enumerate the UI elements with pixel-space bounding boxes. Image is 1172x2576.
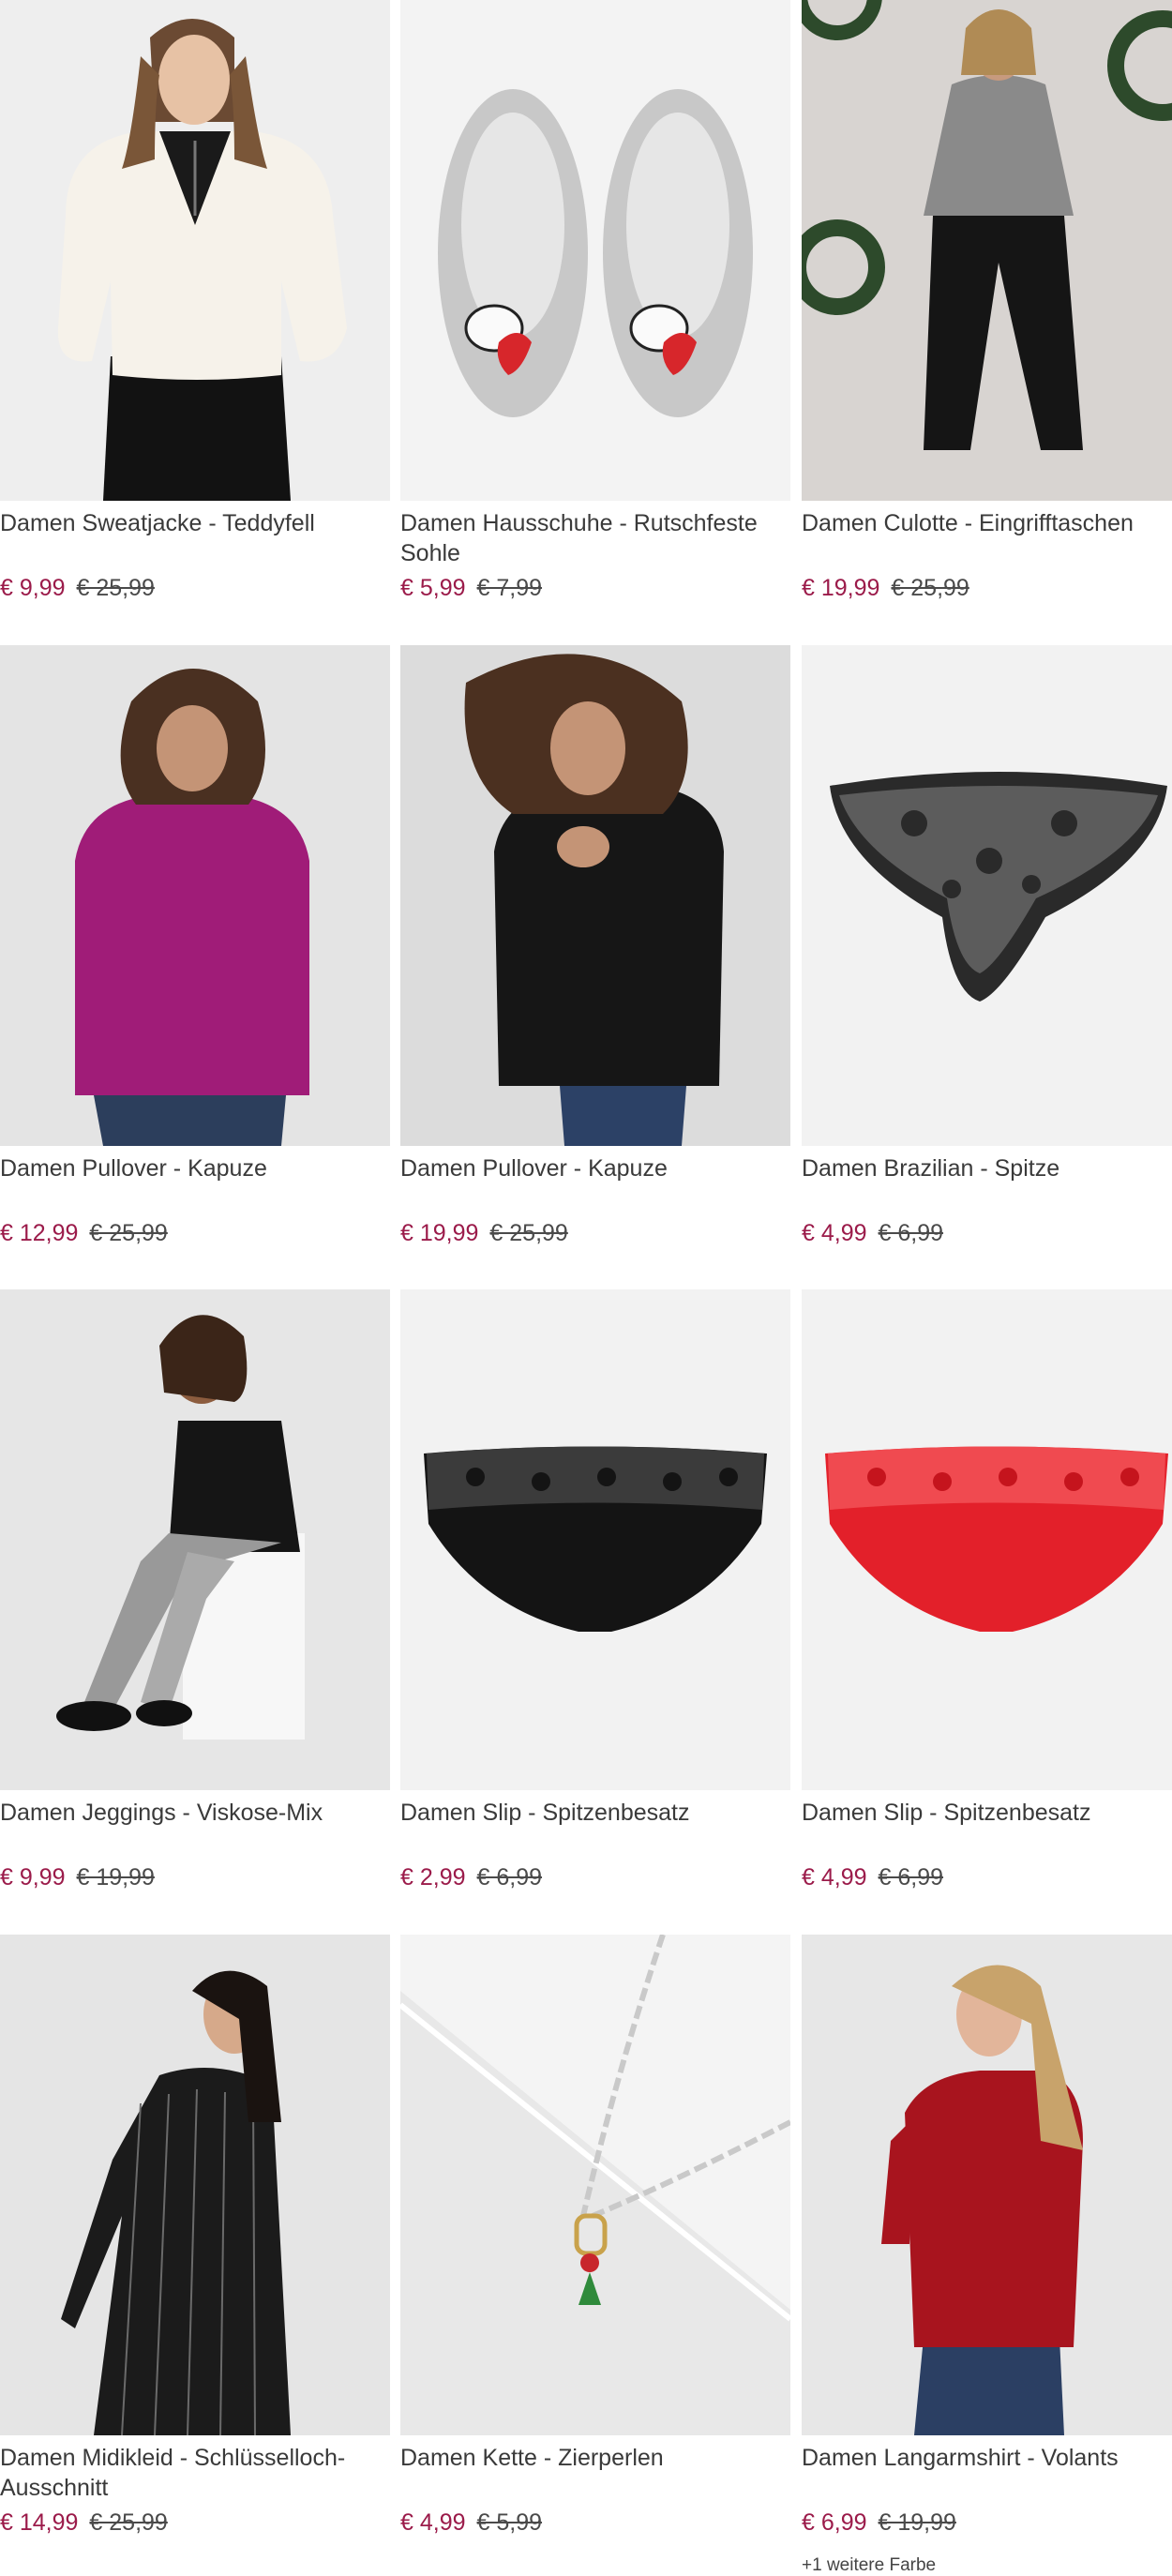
product-title[interactable]: Damen Culotte - Eingrifftaschen xyxy=(802,508,1172,538)
sale-price: € 19,99 xyxy=(400,1220,479,1246)
product-image-brazilian[interactable] xyxy=(802,645,1172,1146)
sale-price: € 6,99 xyxy=(802,2509,867,2536)
product-image-jeggings[interactable] xyxy=(0,1289,390,1790)
original-price: € 19,99 xyxy=(76,1864,155,1891)
more-colors-link[interactable]: +1 weitere Farbe xyxy=(802,2555,936,2576)
product-title[interactable]: Damen Pullover - Kapuze xyxy=(400,1153,789,1183)
product-title[interactable]: Damen Hausschuhe - Rutschfeste Sohle xyxy=(400,508,789,568)
product-title[interactable]: Damen Langarmshirt - Volants xyxy=(802,2443,1172,2473)
price-row: € 19,99 € 25,99 xyxy=(802,574,969,602)
product-image-slippers[interactable] xyxy=(400,0,790,501)
product-image-teddy-jacket[interactable] xyxy=(0,0,390,501)
product-image-culotte[interactable] xyxy=(802,0,1172,501)
price-row: € 2,99 € 6,99 xyxy=(400,1863,542,1891)
sale-price: € 4,99 xyxy=(802,1220,867,1246)
price-row: € 6,99 € 19,99 xyxy=(802,2508,956,2537)
original-price: € 6,99 xyxy=(878,1220,944,1246)
sale-price: € 9,99 xyxy=(0,1864,66,1891)
price-row: € 4,99 € 6,99 xyxy=(802,1219,943,1247)
original-price: € 25,99 xyxy=(489,1220,568,1246)
original-price: € 7,99 xyxy=(476,575,543,601)
price-row: € 5,99 € 7,99 xyxy=(400,574,542,602)
product-title[interactable]: Damen Midikleid - Schlüsselloch-Ausschni… xyxy=(0,2443,388,2503)
original-price: € 25,99 xyxy=(891,575,969,601)
product-image-pullover-black[interactable] xyxy=(400,645,790,1146)
original-price: € 25,99 xyxy=(89,1220,168,1246)
original-price: € 6,99 xyxy=(476,1864,543,1891)
price-row: € 4,99 € 6,99 xyxy=(802,1863,943,1891)
sale-price: € 19,99 xyxy=(802,575,880,601)
product-title[interactable]: Damen Slip - Spitzenbesatz xyxy=(802,1798,1172,1828)
original-price: € 5,99 xyxy=(476,2509,543,2536)
original-price: € 25,99 xyxy=(76,575,155,601)
sale-price: € 4,99 xyxy=(400,2509,466,2536)
sale-price: € 12,99 xyxy=(0,1220,79,1246)
product-title[interactable]: Damen Brazilian - Spitze xyxy=(802,1153,1172,1183)
price-row: € 9,99 € 25,99 xyxy=(0,574,155,602)
product-image-langarmshirt[interactable] xyxy=(802,1935,1172,2435)
product-title[interactable]: Damen Slip - Spitzenbesatz xyxy=(400,1798,789,1828)
price-row: € 14,99 € 25,99 xyxy=(0,2508,168,2537)
price-row: € 12,99 € 25,99 xyxy=(0,1219,168,1247)
product-image-slip-black[interactable] xyxy=(400,1289,790,1790)
product-image-pullover-pink[interactable] xyxy=(0,645,390,1146)
price-row: € 19,99 € 25,99 xyxy=(400,1219,568,1247)
sale-price: € 5,99 xyxy=(400,575,466,601)
original-price: € 6,99 xyxy=(878,1864,944,1891)
product-title[interactable]: Damen Pullover - Kapuze xyxy=(0,1153,388,1183)
sale-price: € 4,99 xyxy=(802,1864,867,1891)
price-row: € 4,99 € 5,99 xyxy=(400,2508,542,2537)
product-title[interactable]: Damen Jeggings - Viskose-Mix xyxy=(0,1798,388,1828)
product-image-slip-red[interactable] xyxy=(802,1289,1172,1790)
sale-price: € 9,99 xyxy=(0,575,66,601)
product-grid: Damen Sweatjacke - Teddyfell € 9,99 € 25,… xyxy=(0,0,1172,2575)
product-image-midikleid[interactable] xyxy=(0,1935,390,2435)
sale-price: € 2,99 xyxy=(400,1864,466,1891)
original-price: € 25,99 xyxy=(89,2509,168,2536)
original-price: € 19,99 xyxy=(878,2509,956,2536)
sale-price: € 14,99 xyxy=(0,2509,79,2536)
product-title[interactable]: Damen Sweatjacke - Teddyfell xyxy=(0,508,388,538)
product-image-kette[interactable] xyxy=(400,1935,790,2435)
price-row: € 9,99 € 19,99 xyxy=(0,1863,155,1891)
product-title[interactable]: Damen Kette - Zierperlen xyxy=(400,2443,789,2473)
